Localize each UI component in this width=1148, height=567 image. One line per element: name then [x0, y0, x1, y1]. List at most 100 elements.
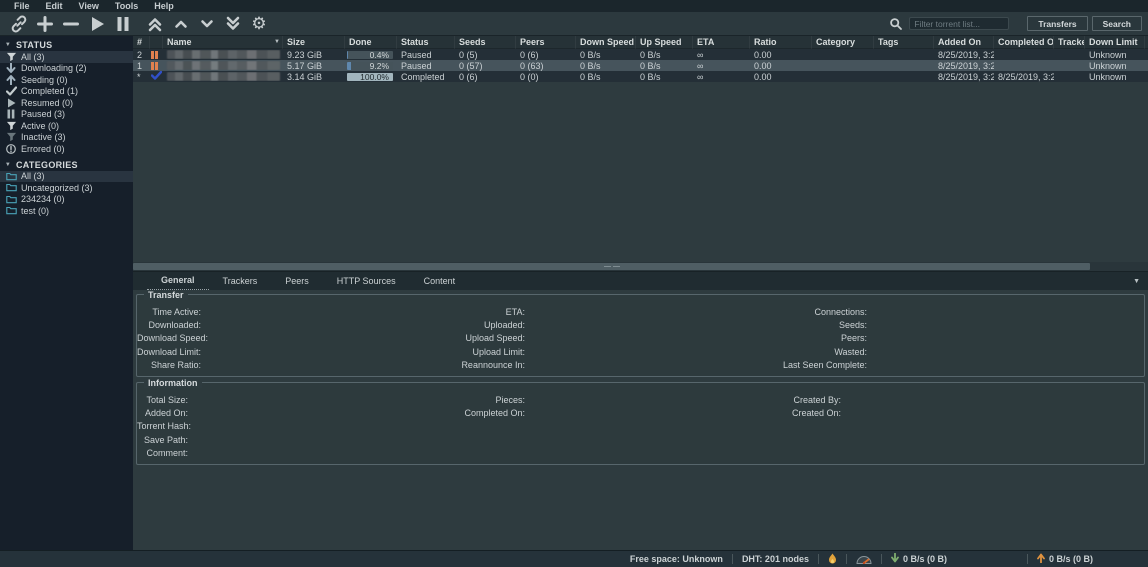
col-header-down-speed[interactable]: Down Speed: [576, 36, 636, 49]
alt-speed-gauge-icon[interactable]: [856, 554, 872, 564]
upload-speed-indicator[interactable]: 0 B/s (0 B): [1037, 553, 1093, 565]
pause-icon[interactable]: [110, 13, 136, 35]
col-header-completed-on[interactable]: Completed On: [994, 36, 1054, 49]
col-header-state[interactable]: [150, 36, 163, 49]
filter-icon: [5, 52, 17, 62]
field-label: Created On:: [525, 407, 841, 420]
sidebar-status-errored[interactable]: Errored (0): [0, 143, 133, 155]
menu-tools[interactable]: Tools: [107, 0, 146, 12]
sidebar-category-uncategorized[interactable]: Uncategorized (3): [0, 182, 133, 194]
progress-bar: 9.2%: [347, 62, 393, 70]
folder-icon: [5, 194, 17, 204]
sidebar-status-resumed[interactable]: Resumed (0): [0, 97, 133, 109]
menu-view[interactable]: View: [71, 0, 107, 12]
content-area: # Name ▼ Size Done Status Seeds Peers Do…: [133, 36, 1148, 550]
col-header-status[interactable]: Status: [397, 36, 455, 49]
tab-peers[interactable]: Peers: [271, 273, 323, 290]
status-bar: Free space: Unknown DHT: 201 nodes 0 B/s…: [0, 550, 1148, 567]
menu-file[interactable]: File: [6, 0, 38, 12]
field-label: Download Limit:: [137, 346, 201, 359]
col-header-ratio[interactable]: Ratio: [750, 36, 812, 49]
sidebar-status-downloading[interactable]: Downloading (2): [0, 63, 133, 75]
menu-bar: File Edit View Tools Help: [0, 0, 1148, 12]
horizontal-scrollbar[interactable]: [133, 262, 1148, 271]
general-tab-panel: Transfer Time Active: ETA: Connections: …: [133, 290, 1148, 550]
transfer-legend: Transfer: [144, 290, 188, 300]
sidebar-status-seeding[interactable]: Seeding (0): [0, 74, 133, 86]
paused-state-icon: [151, 62, 163, 70]
col-header-up-speed[interactable]: Up Speed: [636, 36, 693, 49]
folder-icon: [5, 206, 17, 216]
menu-help[interactable]: Help: [146, 0, 182, 12]
resume-icon[interactable]: [84, 13, 110, 35]
col-header-num[interactable]: #: [133, 36, 150, 49]
qbittorrent-window: File Edit View Tools Help: [0, 0, 1148, 567]
col-header-added-on[interactable]: Added On: [934, 36, 994, 49]
field-label: Wasted:: [525, 346, 867, 359]
download-speed-indicator[interactable]: 0 B/s (0 B): [891, 553, 947, 565]
sidebar: ▼ STATUS All (3) Downloading (2) Seeding…: [0, 36, 133, 550]
move-top-icon[interactable]: [142, 13, 168, 35]
torrent-filter-input[interactable]: [909, 17, 1009, 30]
detail-tabs-bar: General Trackers Peers HTTP Sources Cont…: [133, 271, 1148, 290]
search-tab-button[interactable]: Search: [1092, 16, 1142, 31]
sidebar-status-active[interactable]: Active (0): [0, 120, 133, 132]
options-gear-icon[interactable]: ⚙: [246, 13, 272, 35]
filter-icon: [5, 121, 17, 131]
transfers-tab-button[interactable]: Transfers: [1027, 16, 1087, 31]
menu-edit[interactable]: Edit: [38, 0, 71, 12]
col-header-tags[interactable]: Tags: [874, 36, 934, 49]
sidebar-category-test[interactable]: test (0): [0, 205, 133, 217]
torrent-row[interactable]: * 3.14 GiB 100.0% Completed 0 (6) 0 (: [133, 71, 1148, 82]
free-space-label: Free space: Unknown: [630, 554, 723, 564]
move-down-icon[interactable]: [194, 13, 220, 35]
status-section-header[interactable]: ▼ STATUS: [0, 39, 133, 51]
torrent-name-obscured: [167, 61, 280, 70]
categories-section-header[interactable]: ▼ CATEGORIES: [0, 159, 133, 171]
add-link-icon[interactable]: [6, 13, 32, 35]
col-header-down-limit[interactable]: Down Limit: [1085, 36, 1145, 49]
col-header-name[interactable]: Name ▼: [163, 36, 283, 49]
move-up-icon[interactable]: [168, 13, 194, 35]
move-bottom-icon[interactable]: [220, 13, 246, 35]
field-label: Downloaded:: [137, 319, 201, 332]
torrent-table: # Name ▼ Size Done Status Seeds Peers Do…: [133, 36, 1148, 262]
tab-content[interactable]: Content: [410, 273, 470, 290]
download-arrow-icon: [5, 63, 17, 73]
sidebar-status-inactive[interactable]: Inactive (3): [0, 132, 133, 144]
torrent-row[interactable]: 2 9.23 GiB 0.4% Paused 0 (5) 0 (6) 0 B/s: [133, 49, 1148, 60]
filter-area: [889, 17, 1009, 31]
tab-trackers[interactable]: Trackers: [209, 273, 272, 290]
col-header-seeds[interactable]: Seeds: [455, 36, 516, 49]
field-label: Time Active:: [137, 306, 201, 319]
field-label: Seeds:: [525, 319, 867, 332]
col-header-category[interactable]: Category: [812, 36, 874, 49]
scrollbar-thumb[interactable]: [133, 263, 1090, 270]
sidebar-status-paused[interactable]: Paused (3): [0, 109, 133, 121]
col-header-done[interactable]: Done: [345, 36, 397, 49]
sidebar-category-234234[interactable]: 234234 (0): [0, 194, 133, 206]
sidebar-status-completed[interactable]: Completed (1): [0, 86, 133, 98]
field-label: Peers:: [525, 332, 867, 345]
field-label: ETA:: [201, 306, 525, 319]
panel-collapse-icon[interactable]: ▼: [1133, 278, 1148, 285]
field-label: Reannounce In:: [201, 359, 525, 372]
dht-nodes-label: DHT: 201 nodes: [742, 554, 809, 564]
col-header-peers[interactable]: Peers: [516, 36, 576, 49]
col-header-tracker[interactable]: Tracker: [1054, 36, 1085, 49]
information-legend: Information: [144, 378, 202, 388]
add-torrent-icon[interactable]: [32, 13, 58, 35]
connection-status-icon[interactable]: [828, 553, 837, 565]
col-header-size[interactable]: Size: [283, 36, 345, 49]
field-label: Last Seen Complete:: [525, 359, 867, 372]
sidebar-status-all[interactable]: All (3): [0, 51, 133, 63]
sidebar-category-all[interactable]: All (3): [0, 171, 133, 183]
tab-general[interactable]: General: [147, 272, 209, 290]
remove-icon[interactable]: [58, 13, 84, 35]
sort-desc-icon: ▼: [274, 36, 280, 49]
folder-icon: [5, 171, 17, 181]
tab-http-sources[interactable]: HTTP Sources: [323, 273, 410, 290]
torrent-row-selected[interactable]: 1 5.17 GiB 9.2% Paused 0 (57) 0 (63) 0 B…: [133, 60, 1148, 71]
col-header-eta[interactable]: ETA: [693, 36, 750, 49]
upload-speed-icon: [1037, 553, 1045, 565]
